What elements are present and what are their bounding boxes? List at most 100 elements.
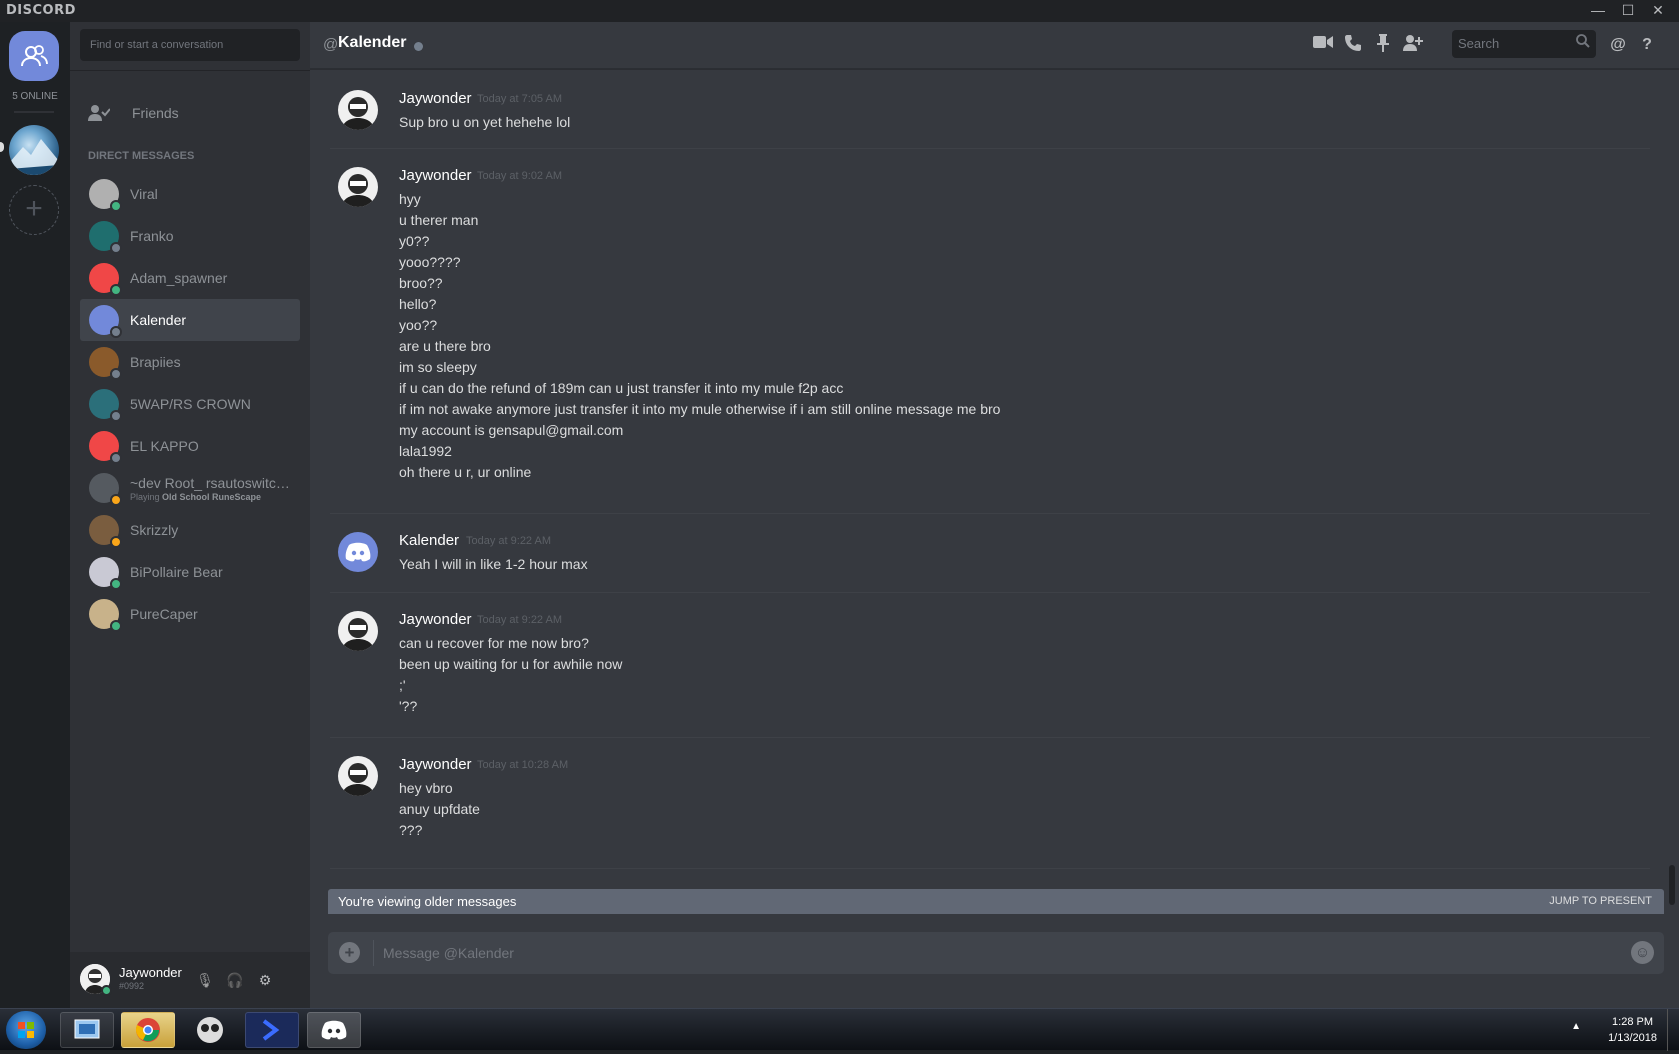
message-line: Sup bro u on yet hehehe lol: [399, 114, 571, 130]
taskbar-file-explorer-icon[interactable]: [60, 1012, 114, 1048]
minimize-button[interactable]: —: [1583, 0, 1613, 22]
upload-plus-icon[interactable]: +: [339, 942, 360, 963]
message-list: Jaywonder Today at 7:05 AM Sup bro u on …: [310, 70, 1665, 910]
status-indicator: [110, 620, 122, 632]
user-settings-button[interactable]: ⚙: [256, 971, 274, 989]
message-group: Jaywonder Today at 9:22 AM can u recover…: [330, 592, 1650, 737]
message-line: my account is gensapul@gmail.com: [399, 422, 624, 438]
avatar[interactable]: [338, 532, 378, 572]
tray-expand-icon[interactable]: ▲: [1571, 1021, 1581, 1032]
message-line: yooo????: [399, 254, 461, 270]
find-conversation-input[interactable]: Find or start a conversation: [80, 29, 300, 61]
dm-item-dev-root[interactable]: ~dev Root_ rsautoswitch... Playing Old S…: [80, 467, 300, 509]
add-server-button[interactable]: +: [9, 185, 59, 235]
friends-icon: [21, 45, 48, 67]
dm-name: ~dev Root_ rsautoswitch...: [130, 475, 295, 491]
windows-logo-icon: [18, 1022, 34, 1038]
message-author[interactable]: Jaywonder: [399, 90, 472, 107]
status-indicator: [110, 578, 122, 590]
at-icon: @: [323, 36, 339, 53]
dm-item-purecaper[interactable]: PureCaper: [80, 593, 300, 635]
taskbar-clock[interactable]: 1:28 PM 1/13/2018: [1608, 1014, 1657, 1046]
channel-title: Kalender: [338, 34, 407, 51]
message-line: hey vbro: [399, 780, 453, 796]
message-author[interactable]: Kalender: [399, 532, 459, 549]
emoji-picker-icon[interactable]: ☺: [1631, 941, 1654, 964]
close-button[interactable]: ✕: [1643, 0, 1673, 22]
dm-item-franko[interactable]: Franko: [80, 215, 300, 257]
avatar[interactable]: [338, 167, 378, 207]
dm-sidebar: Find or start a conversation Friends Dir…: [70, 22, 310, 1008]
message-line: '??: [399, 698, 418, 714]
dm-name: 5WAP/RS CROWN: [130, 396, 251, 412]
status-indicator: [110, 284, 122, 296]
avatar: [89, 473, 122, 506]
message-author[interactable]: Jaywonder: [399, 756, 472, 773]
message-scrollbar[interactable]: [1668, 70, 1677, 910]
message-line: Yeah I will in like 1-2 hour max: [399, 556, 588, 572]
message-line: are u there bro: [399, 338, 491, 354]
activity-game: Old School RuneScape: [162, 492, 262, 502]
taskbar-chrome-icon[interactable]: [121, 1012, 175, 1048]
server-list: 5 ONLINE +: [0, 22, 70, 1008]
taskbar-discord-icon[interactable]: [307, 1012, 361, 1048]
message-author[interactable]: Jaywonder: [399, 611, 472, 628]
maximize-button[interactable]: ☐: [1613, 0, 1643, 22]
dm-item-el-kappo[interactable]: EL KAPPO: [80, 425, 300, 467]
mute-microphone-button[interactable]: 🎙: [196, 971, 214, 989]
message-input[interactable]: [383, 932, 1583, 974]
message-group-divider: [330, 868, 1650, 878]
deafen-headset-button[interactable]: 🎧: [226, 971, 244, 989]
dm-item-bipollaire-bear[interactable]: BiPollaire Bear: [80, 551, 300, 593]
search-placeholder: Search: [1458, 36, 1500, 51]
avatar: [89, 557, 122, 590]
status-indicator: [414, 42, 423, 51]
scrollbar-thumb[interactable]: [1669, 865, 1675, 905]
message-author[interactable]: Jaywonder: [399, 167, 472, 184]
avatar: [89, 431, 122, 464]
mountain-image: [9, 139, 59, 175]
server-icon[interactable]: [9, 125, 59, 175]
status-indicator: [110, 410, 122, 422]
message-content: hey vbro anuy upfdate ???: [399, 778, 480, 841]
video-call-icon[interactable]: [1312, 34, 1334, 56]
avatar: [89, 599, 122, 632]
composer-divider: [373, 940, 374, 966]
show-desktop-button[interactable]: [1667, 1009, 1679, 1051]
pin-icon[interactable]: [1372, 34, 1394, 56]
add-friend-icon[interactable]: [1402, 34, 1424, 56]
message-content: Sup bro u on yet hehehe lol: [399, 112, 570, 133]
dm-item-viral[interactable]: Viral: [80, 173, 300, 215]
start-button[interactable]: [6, 1011, 46, 1049]
voice-call-icon[interactable]: [1342, 34, 1364, 56]
avatar[interactable]: [338, 611, 378, 651]
message-line: lala1992: [399, 443, 452, 459]
taskbar-app-icon[interactable]: [183, 1012, 237, 1048]
activity-prefix: Playing: [130, 492, 163, 502]
clock-time: 1:28 PM: [1612, 1016, 1654, 1028]
message-line: anuy upfdate: [399, 801, 480, 817]
avatar: [89, 179, 122, 212]
home-friends-button[interactable]: [9, 31, 59, 81]
dm-item-kalender[interactable]: Kalender: [80, 299, 300, 341]
guild-separator: [14, 111, 54, 113]
taskbar-powershell-icon[interactable]: [245, 1012, 299, 1048]
friends-nav-item[interactable]: Friends: [80, 93, 300, 133]
dm-name: Kalender: [130, 312, 187, 328]
dm-item-skrizzly[interactable]: Skrizzly: [80, 509, 300, 551]
status-indicator: [110, 242, 122, 254]
message-timestamp: Today at 9:02 AM: [477, 170, 562, 182]
message-group: Kalender Today at 9:22 AM Yeah I will in…: [330, 513, 1650, 593]
help-icon[interactable]: ?: [1636, 34, 1658, 56]
avatar[interactable]: [338, 756, 378, 796]
jump-to-present-button[interactable]: Jump to present: [1549, 895, 1652, 907]
dm-item-5wap-rs-crown[interactable]: 5WAP/RS CROWN: [80, 383, 300, 425]
dm-item-adam-spawner[interactable]: Adam_spawner: [80, 257, 300, 299]
avatar[interactable]: [338, 90, 378, 130]
dm-item-brapiies[interactable]: Brapiies: [80, 341, 300, 383]
mentions-icon[interactable]: @: [1607, 34, 1629, 56]
user-panel: Jaywonder #0992 🎙 🎧 ⚙: [70, 952, 310, 1008]
search-input[interactable]: Search: [1452, 30, 1596, 58]
chat-area: @ Kalender Search @ ? Jaywonder Today at…: [310, 22, 1679, 1008]
search-icon: [1576, 34, 1590, 51]
